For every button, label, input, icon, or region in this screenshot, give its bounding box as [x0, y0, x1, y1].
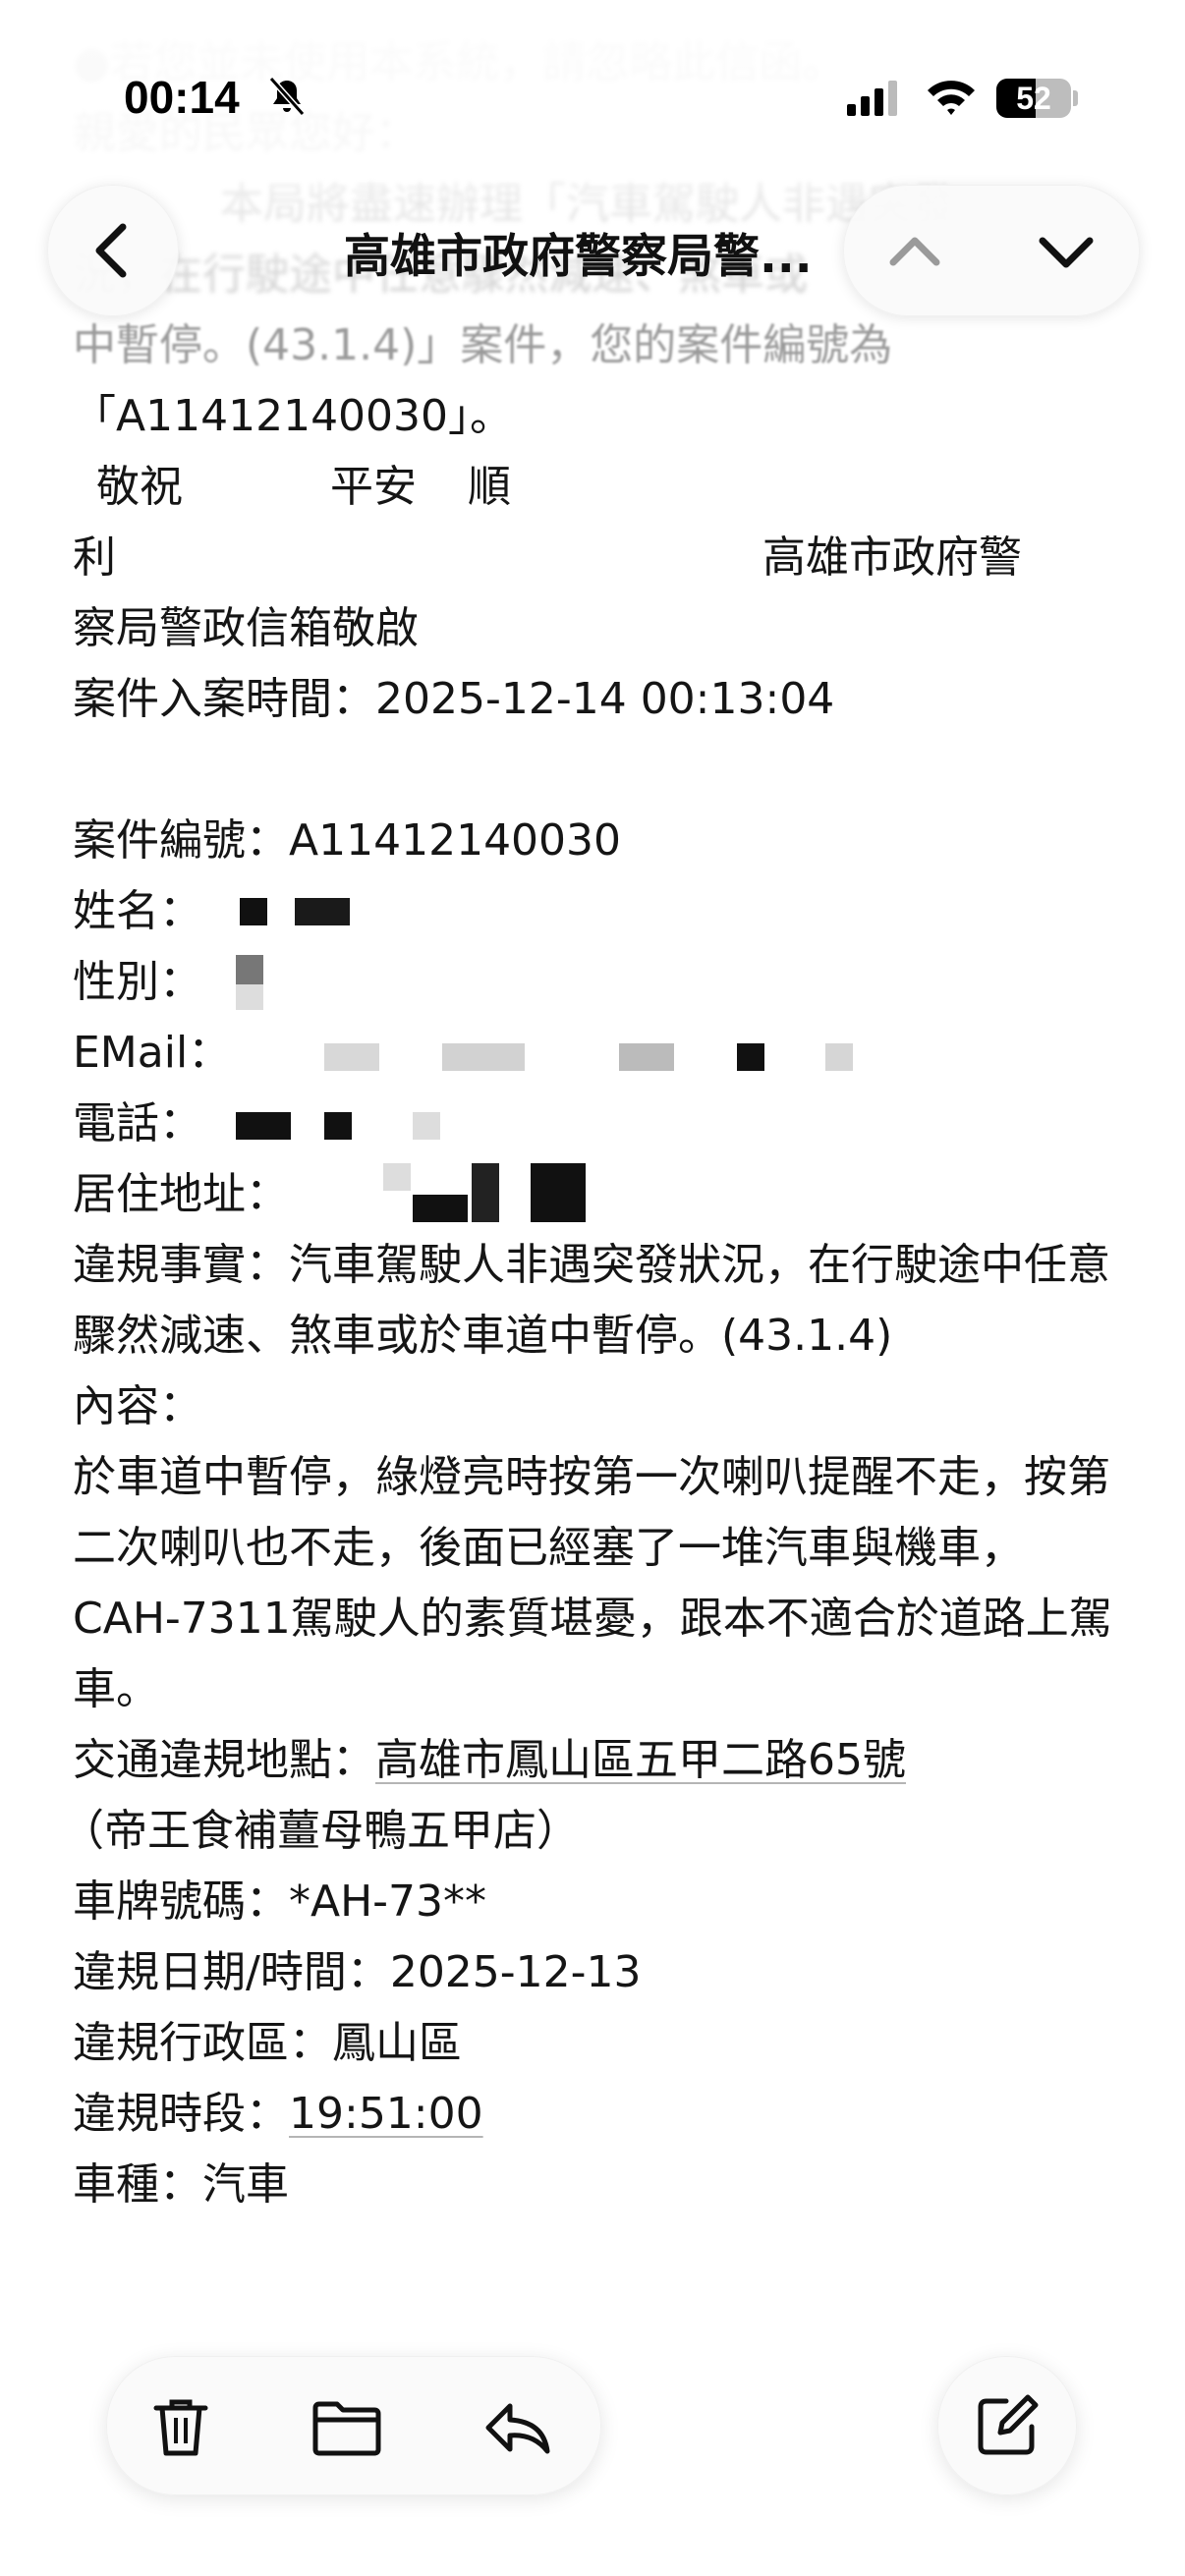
name-label: 姓名：: [73, 886, 202, 936]
greeting-c: 順: [468, 462, 511, 512]
vehicle-type: 車種：汽車: [73, 2159, 289, 2210]
redaction-block: [236, 1112, 291, 1140]
phone-row: 電話：: [73, 1089, 1124, 1159]
name-row: 姓名：: [73, 876, 1124, 947]
redaction-block: [472, 1163, 499, 1222]
compose-button[interactable]: [937, 2356, 1077, 2495]
content-label: 內容：: [73, 1381, 202, 1431]
location-link[interactable]: 高雄市鳳山區五甲二路65號: [375, 1735, 906, 1785]
greeting-a: 敬祝: [96, 462, 183, 512]
redaction-block: [737, 1043, 764, 1071]
plate-number: 車牌號碼：*AH-73**: [73, 1876, 487, 1927]
email-row: EMail：: [73, 1018, 1124, 1089]
email-label: EMail：: [73, 1028, 232, 1078]
case-number-quote: 「A11412140030」。: [73, 391, 514, 441]
location-note: （帝王食補薑母鴨五甲店）: [61, 1806, 580, 1856]
location-label: 交通違規地點：: [73, 1735, 375, 1785]
address-label: 居住地址：: [73, 1169, 289, 1219]
status-time: 00:14: [124, 72, 240, 123]
battery-icon: 52: [996, 79, 1071, 118]
bell-slash-icon: [268, 77, 306, 116]
redaction-block: [295, 898, 350, 925]
wifi-icon: [928, 81, 975, 115]
redaction-block: [442, 1043, 525, 1071]
redaction-block: [324, 1043, 379, 1071]
address-row: 居住地址：: [73, 1159, 1124, 1230]
reply-button[interactable]: [480, 2392, 550, 2461]
chevron-up-icon: [889, 237, 940, 266]
signature-b: 察局警政信箱敬啟: [73, 603, 419, 653]
previous-message-button[interactable]: [844, 186, 991, 315]
content-body: 於車道中暫停，綠燈亮時按第一次喇叭提醒不走，按第二次喇叭也不走，後面已經塞了一堆…: [73, 1452, 1112, 1714]
period-label: 違規時段：: [73, 2089, 289, 2139]
period-link[interactable]: 19:51:00: [289, 2089, 483, 2139]
violation-fact: 違規事實：汽車駕駛人非遇突發狀況，在行駛途中任意驟然減速、煞車或於車道中暫停。(…: [73, 1240, 1110, 1361]
redaction-block: [413, 1112, 440, 1140]
reply-icon: [485, 2403, 550, 2454]
folder-icon: [312, 2401, 381, 2456]
compose-icon: [978, 2394, 1039, 2455]
battery-level: 52: [1016, 81, 1051, 116]
delete-button[interactable]: [146, 2392, 215, 2461]
back-button[interactable]: [47, 185, 179, 316]
case-number: 案件編號：A11412140030: [73, 815, 622, 866]
redaction-block: [324, 1112, 352, 1140]
next-message-button[interactable]: [991, 186, 1139, 315]
gender-label: 性別：: [73, 957, 202, 1007]
redaction-block: [413, 1195, 468, 1222]
signature-line: 利 高雄市政府警: [73, 523, 1124, 593]
location-row: 交通違規地點：高雄市鳳山區五甲二路65號: [73, 1725, 1124, 1796]
gender-row: 性別：: [73, 947, 1124, 1018]
greeting-b: 平安: [330, 462, 417, 512]
period-row: 違規時段：19:51:00: [73, 2079, 1124, 2150]
cellular-signal-icon: [847, 81, 897, 116]
move-to-folder-button[interactable]: [310, 2392, 381, 2461]
greeting-d: 利: [73, 532, 116, 583]
email-body: ●若您並未使用本系統，請忽略此信函。 親愛的民眾您好： 本局將盡速辦理「汽車駕駛…: [61, 0, 1124, 2220]
nav-title: 高雄市政府警察局警...: [344, 230, 813, 284]
violation-district: 違規行政區：鳳山區: [73, 2018, 462, 2068]
violation-date: 違規日期/時間：2025-12-13: [73, 1947, 642, 1997]
redaction-block: [383, 1163, 411, 1191]
faded-line-5: 中暫停。(43.1.4)」案件，您的案件編號為: [73, 320, 893, 370]
signature-a: 高雄市政府警: [762, 532, 1022, 583]
status-indicators: 52: [845, 69, 1081, 128]
greeting-line: 敬祝 平安 順: [73, 452, 1124, 523]
redaction-block: [236, 955, 263, 984]
filed-time: 案件入案時間：2025-12-14 00:13:04: [73, 674, 835, 724]
redaction-block: [619, 1043, 674, 1071]
redaction-block: [531, 1163, 586, 1222]
redaction-block: [825, 1043, 853, 1071]
redaction-block: [236, 984, 263, 1010]
chevron-down-icon: [1039, 237, 1094, 268]
chevron-left-icon: [95, 223, 127, 278]
trash-icon: [153, 2399, 208, 2456]
redaction-block: [240, 898, 267, 925]
battery-tip: [1073, 90, 1078, 106]
phone-label: 電話：: [73, 1098, 202, 1148]
bottom-toolbar: [106, 2356, 601, 2495]
message-navigation: [843, 185, 1140, 316]
